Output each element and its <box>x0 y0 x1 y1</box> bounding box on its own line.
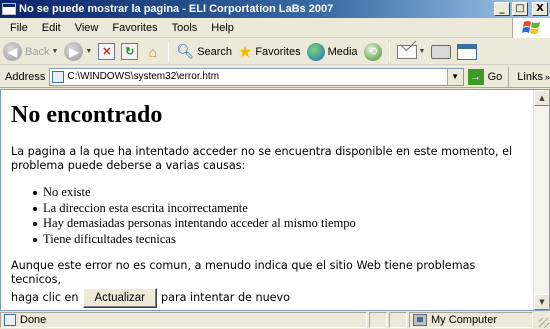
chevron-right-icon: » <box>544 71 550 82</box>
address-dropdown-icon[interactable]: ▼ <box>446 68 463 85</box>
forward-arrow-icon: ▶ <box>64 42 84 61</box>
list-item: La direccion esta escrita incorrectament… <box>33 201 523 217</box>
menu-view[interactable]: View <box>68 22 106 34</box>
actualizar-button[interactable]: Actualizar <box>82 288 158 309</box>
window-title: No se puede mostrar la pagina - ELI Corp… <box>19 3 334 15</box>
menu-favorites[interactable]: Favorites <box>105 22 164 34</box>
forward-button[interactable]: ▶ ▼ <box>61 41 95 63</box>
mail-dropdown-icon[interactable]: ▼ <box>419 48 426 55</box>
links-button[interactable]: Links» <box>517 71 550 83</box>
page-icon <box>52 70 65 83</box>
mail-icon <box>396 44 417 59</box>
footer-paragraph: Aunque este error no es comun, a menudo … <box>11 259 523 309</box>
address-url[interactable]: C:\WINDOWS\system32\error.htm <box>67 71 446 82</box>
home-icon: ⌂ <box>148 43 158 60</box>
list-item: Tiene dificultades tecnicas <box>33 232 523 248</box>
windows-logo-icon <box>512 18 550 38</box>
status-pane <box>369 312 387 328</box>
back-label: Back <box>25 45 50 58</box>
media-icon <box>306 42 325 61</box>
favorites-label: Favorites <box>255 45 301 58</box>
minimize-button[interactable]: _ <box>494 2 510 16</box>
page-done-icon <box>4 314 16 326</box>
search-icon: 🔍︎ <box>176 43 195 59</box>
ie-window-icon[interactable] <box>2 3 16 15</box>
go-button[interactable]: → Go <box>467 66 510 87</box>
list-item: Hay demasiadas personas intentando acced… <box>33 216 523 232</box>
intro-paragraph: La pagina a la que ha intentado acceder … <box>11 145 513 172</box>
address-input[interactable]: C:\WINDOWS\system32\error.htm ▼ <box>49 67 464 86</box>
toolbar-separator <box>388 41 390 62</box>
forward-dropdown-icon[interactable]: ▼ <box>85 48 92 55</box>
history-button[interactable]: ⟲ <box>361 41 385 63</box>
print-icon <box>431 44 452 59</box>
vertical-scrollbar[interactable]: ▲ ▼ <box>533 90 549 310</box>
history-icon: ⟲ <box>363 42 382 61</box>
footer-action-line: haga clic en Actualizar para intentar de… <box>11 288 523 309</box>
scroll-down-icon[interactable]: ▼ <box>534 294 549 310</box>
address-label: Address <box>5 70 46 83</box>
security-zone: My Computer <box>409 312 533 328</box>
links-label: Links <box>517 70 543 83</box>
footer-line: Aunque este error no es comun, a menudo … <box>11 259 476 287</box>
status-bar: Done My Computer <box>0 311 550 329</box>
menu-tools[interactable]: Tools <box>165 22 205 34</box>
toolbar-separator <box>168 41 170 62</box>
title-bar: No se puede mostrar la pagina - ELI Corp… <box>0 0 550 18</box>
menu-edit[interactable]: Edit <box>35 22 68 34</box>
print-button[interactable] <box>428 41 454 63</box>
refresh-toolbar-button[interactable]: ↻ <box>118 41 141 63</box>
edit-button[interactable] <box>454 41 480 63</box>
back-button[interactable]: ◀ Back ▼ <box>0 41 61 63</box>
scroll-up-icon[interactable]: ▲ <box>534 90 549 106</box>
close-button[interactable]: X <box>532 2 548 16</box>
footer-prefix: haga clic en <box>11 291 79 305</box>
search-button[interactable]: 🔍︎ Search <box>173 41 235 63</box>
status-text: Done <box>20 314 47 326</box>
list-item: No existe <box>33 185 523 201</box>
footer-suffix: para intentar de nuevo <box>161 291 291 305</box>
causes-list: No existe La direccion esta escrita inco… <box>33 185 523 247</box>
search-label: Search <box>197 45 232 58</box>
standard-toolbar: ◀ Back ▼ ▶ ▼ ✕ ↻ ⌂ 🔍︎ Search ★ Favorites… <box>0 39 550 65</box>
favorites-star-icon: ★ <box>237 43 253 61</box>
status-main-pane: Done <box>0 312 367 328</box>
address-bar: Address C:\WINDOWS\system32\error.htm ▼ … <box>0 66 550 88</box>
computer-icon <box>413 314 427 326</box>
stop-icon: ✕ <box>98 43 116 60</box>
media-label: Media <box>327 45 358 58</box>
status-pane <box>389 312 407 328</box>
page-viewport: No encontrado La pagina a la que ha inte… <box>0 89 550 311</box>
zone-label: My Computer <box>431 314 498 326</box>
stop-button[interactable]: ✕ <box>95 41 118 63</box>
page-content: No encontrado La pagina a la que ha inte… <box>1 90 533 310</box>
menu-help[interactable]: Help <box>204 22 241 34</box>
home-button[interactable]: ⌂ <box>141 41 164 63</box>
menu-bar: File Edit View Favorites Tools Help <box>0 18 550 38</box>
back-arrow-icon: ◀ <box>3 42 22 61</box>
menu-file[interactable]: File <box>0 22 35 34</box>
media-button[interactable]: Media <box>304 41 361 63</box>
page-title: No encontrado <box>11 102 163 128</box>
go-label: Go <box>487 70 503 83</box>
go-arrow-icon: → <box>467 68 484 85</box>
mail-button[interactable]: ▼ <box>394 41 429 63</box>
maximize-button[interactable]: □ <box>512 2 528 16</box>
resize-grip[interactable] <box>539 318 549 328</box>
refresh-icon: ↻ <box>121 43 139 60</box>
back-dropdown-icon[interactable]: ▼ <box>51 48 58 55</box>
edit-page-icon <box>457 43 478 60</box>
favorites-button[interactable]: ★ Favorites <box>235 41 304 63</box>
